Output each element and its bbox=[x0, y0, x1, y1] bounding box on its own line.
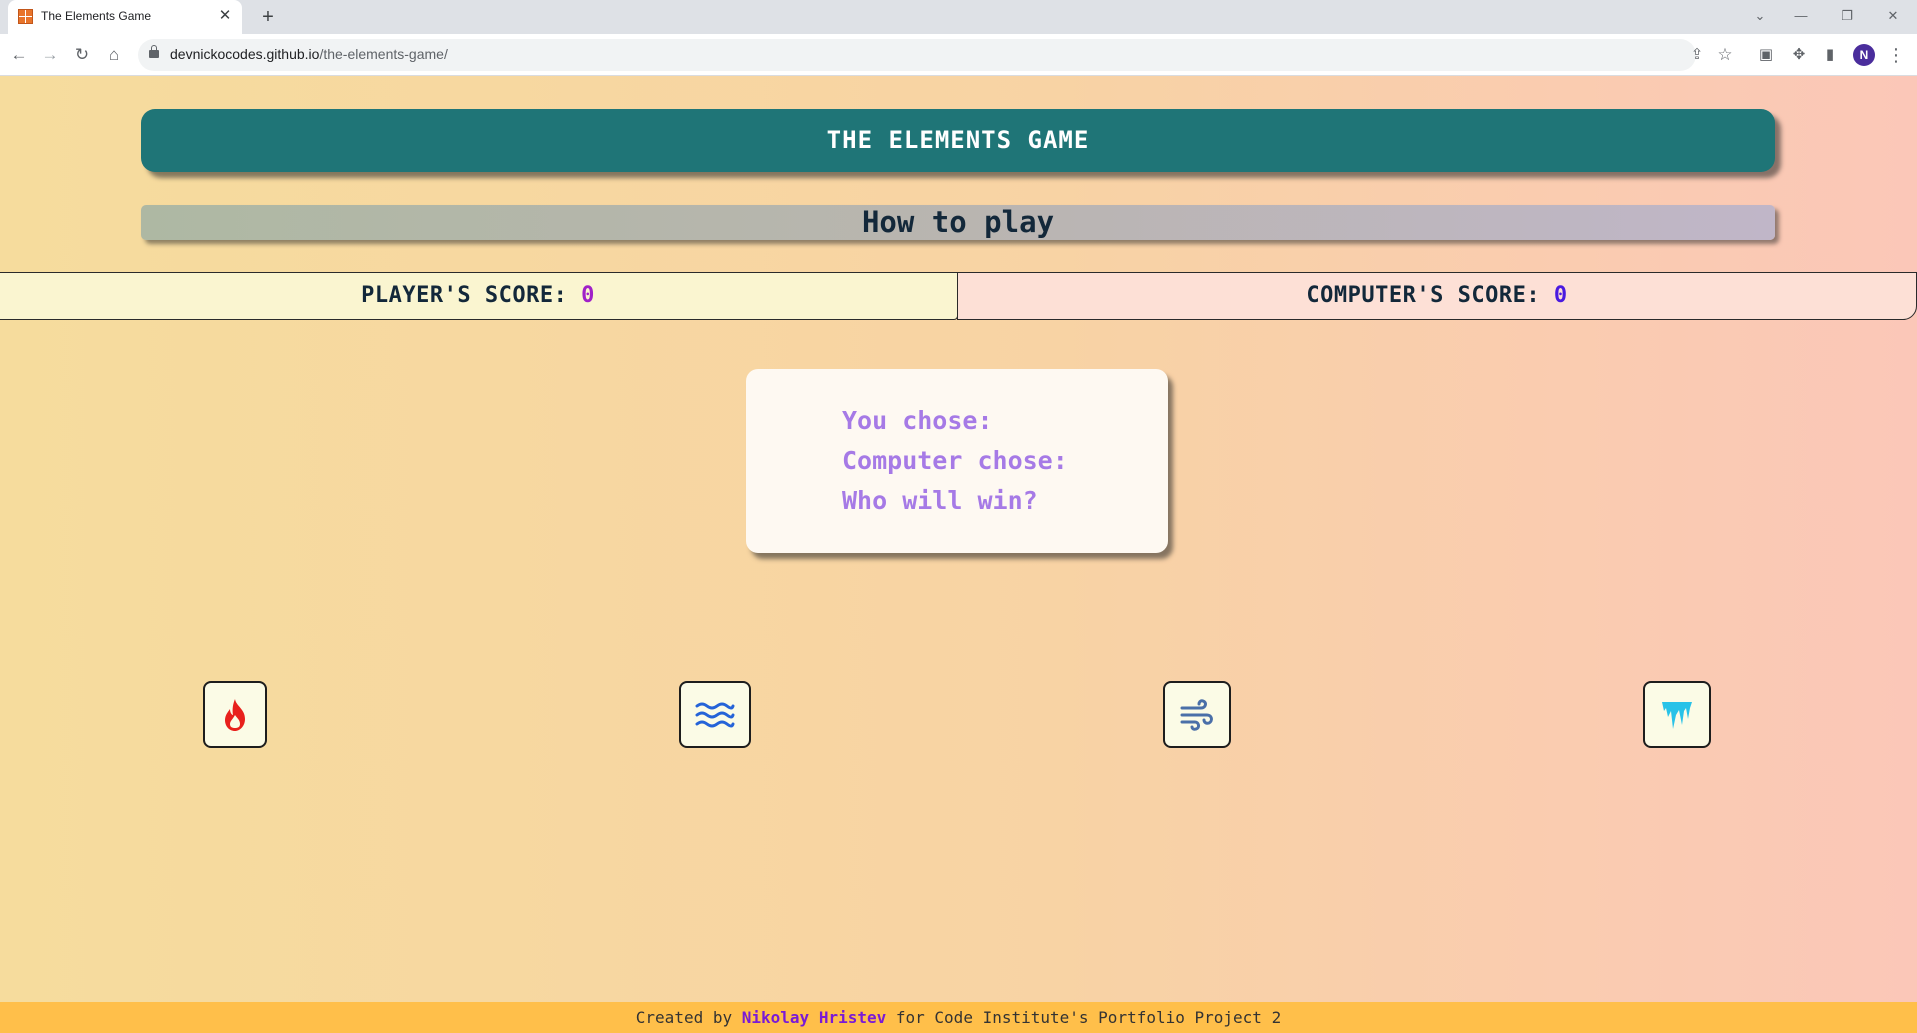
you-chose-text: You chose: bbox=[842, 406, 993, 435]
computer-score: COMPUTER'S SCORE: 0 bbox=[957, 272, 1917, 320]
result-card: You chose: Computer chose: Who will win? bbox=[746, 369, 1168, 553]
computer-score-label: COMPUTER'S SCORE: bbox=[1306, 283, 1554, 308]
footer: Created by Nikolay Hristev for Code Inst… bbox=[0, 1002, 1917, 1033]
browser-toolbar: ← → ↻ ⌂ devnickocodes.github.io/the-elem… bbox=[0, 34, 1917, 76]
water-choice-button[interactable] bbox=[679, 681, 751, 748]
tab-search-icon[interactable]: ⌄ bbox=[1745, 6, 1775, 26]
puzzle-icon[interactable]: ✥ bbox=[1787, 43, 1811, 67]
air-choice-button[interactable] bbox=[1163, 681, 1231, 748]
close-window-icon[interactable]: ✕ bbox=[1878, 6, 1908, 26]
menu-kebab-icon[interactable]: ⋮ bbox=[1884, 43, 1908, 67]
address-bar[interactable]: devnickocodes.github.io/the-elements-gam… bbox=[138, 39, 1733, 71]
restore-icon[interactable]: ❐ bbox=[1832, 6, 1862, 26]
lock-icon bbox=[149, 45, 159, 58]
browser-tab[interactable]: The Elements Game ✕ bbox=[8, 0, 242, 34]
forward-icon[interactable]: → bbox=[38, 43, 62, 67]
extension-icon[interactable]: ▣ bbox=[1754, 43, 1778, 67]
share-icon[interactable]: ⇪ bbox=[1686, 44, 1708, 66]
icicles-icon bbox=[1662, 701, 1692, 729]
footer-author: Nikolay Hristev bbox=[741, 1008, 887, 1027]
footer-prefix: Created by bbox=[635, 1008, 742, 1027]
side-panel-icon[interactable]: ▮ bbox=[1818, 43, 1842, 67]
water-waves-icon bbox=[695, 702, 735, 727]
tab-title: The Elements Game bbox=[41, 9, 152, 23]
computer-score-value: 0 bbox=[1553, 283, 1568, 308]
profile-avatar[interactable]: N bbox=[1853, 44, 1875, 66]
url-text[interactable]: devnickocodes.github.io/the-elements-gam… bbox=[170, 46, 448, 62]
tab-close-icon[interactable]: ✕ bbox=[216, 7, 234, 25]
fire-icon bbox=[225, 698, 245, 731]
home-icon[interactable]: ⌂ bbox=[102, 43, 126, 67]
fire-choice-button[interactable] bbox=[203, 681, 267, 748]
reload-icon[interactable]: ↻ bbox=[70, 43, 94, 67]
player-score-label: PLAYER'S SCORE: bbox=[361, 283, 582, 308]
who-wins-text: Who will win? bbox=[842, 486, 1038, 515]
new-tab-button[interactable]: + bbox=[256, 5, 280, 29]
ice-choice-button[interactable] bbox=[1643, 681, 1711, 748]
page-title: THE ELEMENTS GAME bbox=[141, 109, 1775, 172]
wind-icon bbox=[1180, 698, 1213, 731]
player-score: PLAYER'S SCORE: 0 bbox=[0, 272, 958, 320]
favicon-icon bbox=[18, 9, 33, 24]
player-score-value: 0 bbox=[581, 283, 595, 308]
computer-chose-text: Computer chose: bbox=[842, 446, 1068, 475]
browser-tab-bar: The Elements Game ✕ + ⌄ — ❐ ✕ bbox=[0, 0, 1917, 34]
minimize-icon[interactable]: — bbox=[1786, 6, 1816, 26]
footer-suffix: for Code Institute's Portfolio Project 2 bbox=[886, 1008, 1282, 1027]
score-row: PLAYER'S SCORE: 0 COMPUTER'S SCORE: 0 bbox=[0, 272, 1917, 320]
page-content: THE ELEMENTS GAME How to play PLAYER'S S… bbox=[0, 76, 1917, 1033]
bookmark-star-icon[interactable]: ☆ bbox=[1714, 44, 1736, 66]
how-to-play-button[interactable]: How to play bbox=[141, 205, 1775, 240]
back-icon[interactable]: ← bbox=[7, 43, 31, 67]
